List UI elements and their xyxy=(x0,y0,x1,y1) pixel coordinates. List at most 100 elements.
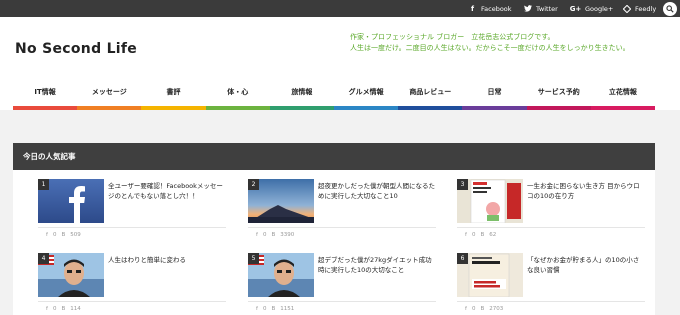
google-plus-link[interactable]: G+ Google+ xyxy=(569,0,614,17)
nav-label: サービス予約 xyxy=(537,88,580,96)
popular-post-card[interactable]: 3 一生お金に困らない生き方 目からウロコの10の在り方 f 0 B 62 xyxy=(445,179,645,241)
popular-posts-heading: 今日の人気記事 xyxy=(13,143,655,170)
post-thumbnail[interactable]: 2 xyxy=(248,179,314,223)
bookmark-count: 2703 xyxy=(489,306,504,312)
facebook-link[interactable]: f Facebook xyxy=(468,0,512,17)
nav-item-body-mind[interactable]: 体・心 xyxy=(205,79,270,110)
nav-item-product-review[interactable]: 商品レビュー xyxy=(398,79,463,110)
facebook-count-icon: f xyxy=(256,306,258,312)
tagline-line-2: 人生は一度だけ。二度目の人生はない。だからこそ一度だけの人生をしっかり生きたい。 xyxy=(350,44,630,52)
bookmark-count: 1151 xyxy=(280,306,295,312)
post-thumbnail[interactable]: 3 xyxy=(457,179,523,223)
nav-item-gourmet[interactable]: グルメ情報 xyxy=(334,79,399,110)
post-title[interactable]: 超夜更かしだった僕が朝型人間になるために実行した大切なこと10 xyxy=(318,181,436,201)
nav-color-bar xyxy=(398,106,463,110)
twitter-icon xyxy=(523,4,532,13)
rank-badge: 5 xyxy=(248,253,259,264)
nav-item-tachibana[interactable]: 立花情報 xyxy=(590,79,656,110)
nav-item-message[interactable]: メッセージ xyxy=(77,79,142,110)
feedly-label: Feedly xyxy=(635,4,657,13)
facebook-icon: f xyxy=(470,4,475,13)
post-title[interactable]: 「なぜかお金が貯まる人」の10の小さな良い習慣 xyxy=(527,255,645,275)
divider xyxy=(38,301,226,302)
nav-label: 書評 xyxy=(166,88,181,96)
post-title[interactable]: 全ユーザー要確認！Facebookメッセージのとんでもない落とし穴！！ xyxy=(108,181,226,201)
share-count: 0 xyxy=(471,306,476,312)
nav-color-bar xyxy=(590,106,656,110)
post-stats: f 0 B 2703 xyxy=(465,306,503,312)
site-logo[interactable]: No Second Life xyxy=(15,41,137,57)
nav-label: IT情報 xyxy=(34,88,56,96)
post-stats: f 0 B 509 xyxy=(46,232,81,238)
bookmark-icon: B xyxy=(271,232,276,238)
popular-post-card[interactable]: 5 超デブだった僕が27kgダイエット成功時に実行した10の大切なこと f 0 … xyxy=(236,253,436,315)
search-button[interactable] xyxy=(663,2,677,16)
popular-post-card[interactable]: 4 人生はわりと簡単に変わる f 0 B 114 xyxy=(26,253,226,315)
post-thumbnail[interactable]: 1 xyxy=(38,179,104,223)
post-stats: f 0 B 114 xyxy=(46,306,81,312)
rank-badge: 2 xyxy=(248,179,259,190)
post-thumbnail[interactable]: 5 xyxy=(248,253,314,297)
nav-color-bar xyxy=(462,106,527,110)
nav-item-travel[interactable]: 旅情報 xyxy=(269,79,335,110)
post-title[interactable]: 一生お金に困らない生き方 目からウロコの10の在り方 xyxy=(527,181,645,201)
nav-item-book-review[interactable]: 書評 xyxy=(141,79,206,110)
feedly-link[interactable]: Feedly xyxy=(622,0,656,17)
post-thumbnail[interactable]: 6 xyxy=(457,253,523,297)
divider xyxy=(38,227,226,228)
divider xyxy=(457,301,645,302)
twitter-label: Twitter xyxy=(536,4,558,13)
nav-color-bar xyxy=(13,106,78,110)
divider xyxy=(457,227,645,228)
bookmark-icon: B xyxy=(480,232,485,238)
rank-badge: 1 xyxy=(38,179,49,190)
bookmark-count: 509 xyxy=(70,232,81,238)
facebook-count-icon: f xyxy=(46,306,48,312)
nav-label: 日常 xyxy=(487,88,502,96)
feedly-icon xyxy=(622,4,631,13)
bookmark-icon: B xyxy=(61,232,66,238)
post-title[interactable]: 超デブだった僕が27kgダイエット成功時に実行した10の大切なこと xyxy=(318,255,436,275)
post-stats: f 0 B 62 xyxy=(465,232,496,238)
post-title[interactable]: 人生はわりと簡単に変わる xyxy=(108,255,226,265)
bookmark-icon: B xyxy=(480,306,485,312)
nav-item-it[interactable]: IT情報 xyxy=(13,79,78,110)
nav-label: 立花情報 xyxy=(608,88,637,96)
bookmark-count: 114 xyxy=(70,306,81,312)
rank-badge: 4 xyxy=(38,253,49,264)
nav-color-bar xyxy=(141,106,206,110)
facebook-count-icon: f xyxy=(46,232,48,238)
facebook-count-icon: f xyxy=(256,232,258,238)
post-thumbnail[interactable]: 4 xyxy=(38,253,104,297)
share-count: 0 xyxy=(471,232,476,238)
popular-post-card[interactable]: 6 「なぜかお金が貯まる人」の10の小さな良い習慣 f 0 B 2703 xyxy=(445,253,645,315)
top-social-bar: f Facebook Twitter G+ Google+ Feedly xyxy=(0,0,680,17)
site-header: No Second Life 作家・プロフェッショナル ブロガー 立花岳志公式ブ… xyxy=(0,17,680,110)
nav-color-bar xyxy=(205,106,270,110)
divider xyxy=(248,301,436,302)
popular-posts-panel: 今日の人気記事 1 全ユーザー要確認！Facebookメッセージのとんでもない落… xyxy=(13,143,655,315)
site-tagline: 作家・プロフェッショナル ブロガー 立花岳志公式ブログです。 人生は一度だけ。二… xyxy=(350,32,630,54)
rank-badge: 3 xyxy=(457,179,468,190)
bookmark-count: 3390 xyxy=(280,232,295,238)
nav-color-bar xyxy=(526,106,591,110)
nav-color-bar xyxy=(77,106,142,110)
share-count: 0 xyxy=(52,232,57,238)
divider xyxy=(248,227,436,228)
bookmark-count: 62 xyxy=(489,232,497,238)
nav-item-service-booking[interactable]: サービス予約 xyxy=(526,79,591,110)
post-stats: f 0 B 1151 xyxy=(256,306,294,312)
post-stats: f 0 B 3390 xyxy=(256,232,294,238)
twitter-link[interactable]: Twitter xyxy=(523,0,558,17)
popular-post-card[interactable]: 1 全ユーザー要確認！Facebookメッセージのとんでもない落とし穴！！ f … xyxy=(26,179,226,241)
google-plus-icon: G+ xyxy=(569,4,582,13)
popular-post-card[interactable]: 2 超夜更かしだった僕が朝型人間になるために実行した大切なこと10 f 0 B … xyxy=(236,179,436,241)
share-count: 0 xyxy=(262,232,267,238)
rank-badge: 6 xyxy=(457,253,468,264)
facebook-label: Facebook xyxy=(481,4,512,13)
nav-label: 体・心 xyxy=(227,88,249,96)
nav-color-bar xyxy=(334,106,399,110)
nav-color-bar xyxy=(269,106,335,110)
nav-item-daily[interactable]: 日常 xyxy=(462,79,527,110)
share-count: 0 xyxy=(262,306,267,312)
